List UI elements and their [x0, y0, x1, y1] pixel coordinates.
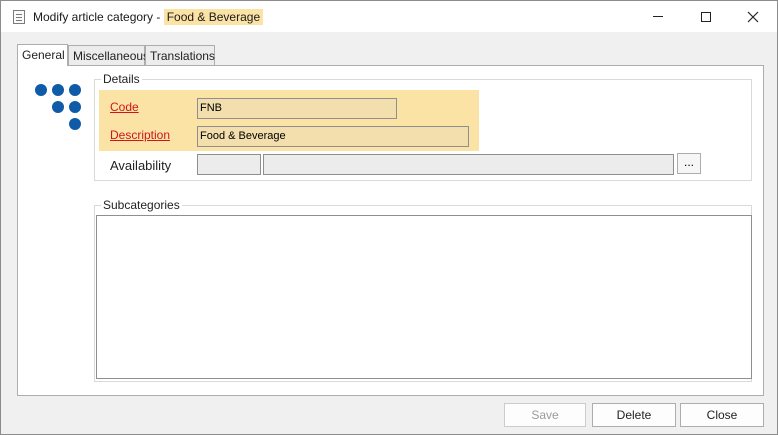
close-button[interactable]: Close [680, 403, 764, 427]
save-button[interactable]: Save [504, 403, 586, 427]
availability-code-field[interactable] [197, 154, 261, 175]
subcategories-list[interactable] [96, 215, 752, 379]
description-field[interactable]: Food & Beverage [197, 126, 469, 147]
details-group-title: Details [101, 72, 142, 86]
availability-description-field[interactable] [263, 154, 674, 175]
general-content: Details Code FNB Description Food & Beve… [1, 1, 777, 434]
logo-dot [69, 118, 81, 130]
availability-browse-button[interactable]: ... [677, 153, 701, 174]
logo-dot [52, 101, 64, 113]
logo-dot [52, 84, 64, 96]
code-field[interactable]: FNB [197, 98, 397, 119]
logo-dot [35, 84, 47, 96]
subcategories-group-title: Subcategories [101, 198, 182, 212]
code-label[interactable]: Code [110, 100, 139, 114]
dialog-window: Modify article category - Food & Beverag… [0, 0, 778, 435]
logo-dot [69, 101, 81, 113]
logo-dot [69, 84, 81, 96]
description-label[interactable]: Description [110, 128, 170, 142]
delete-button[interactable]: Delete [592, 403, 676, 427]
availability-label: Availability [110, 158, 172, 173]
